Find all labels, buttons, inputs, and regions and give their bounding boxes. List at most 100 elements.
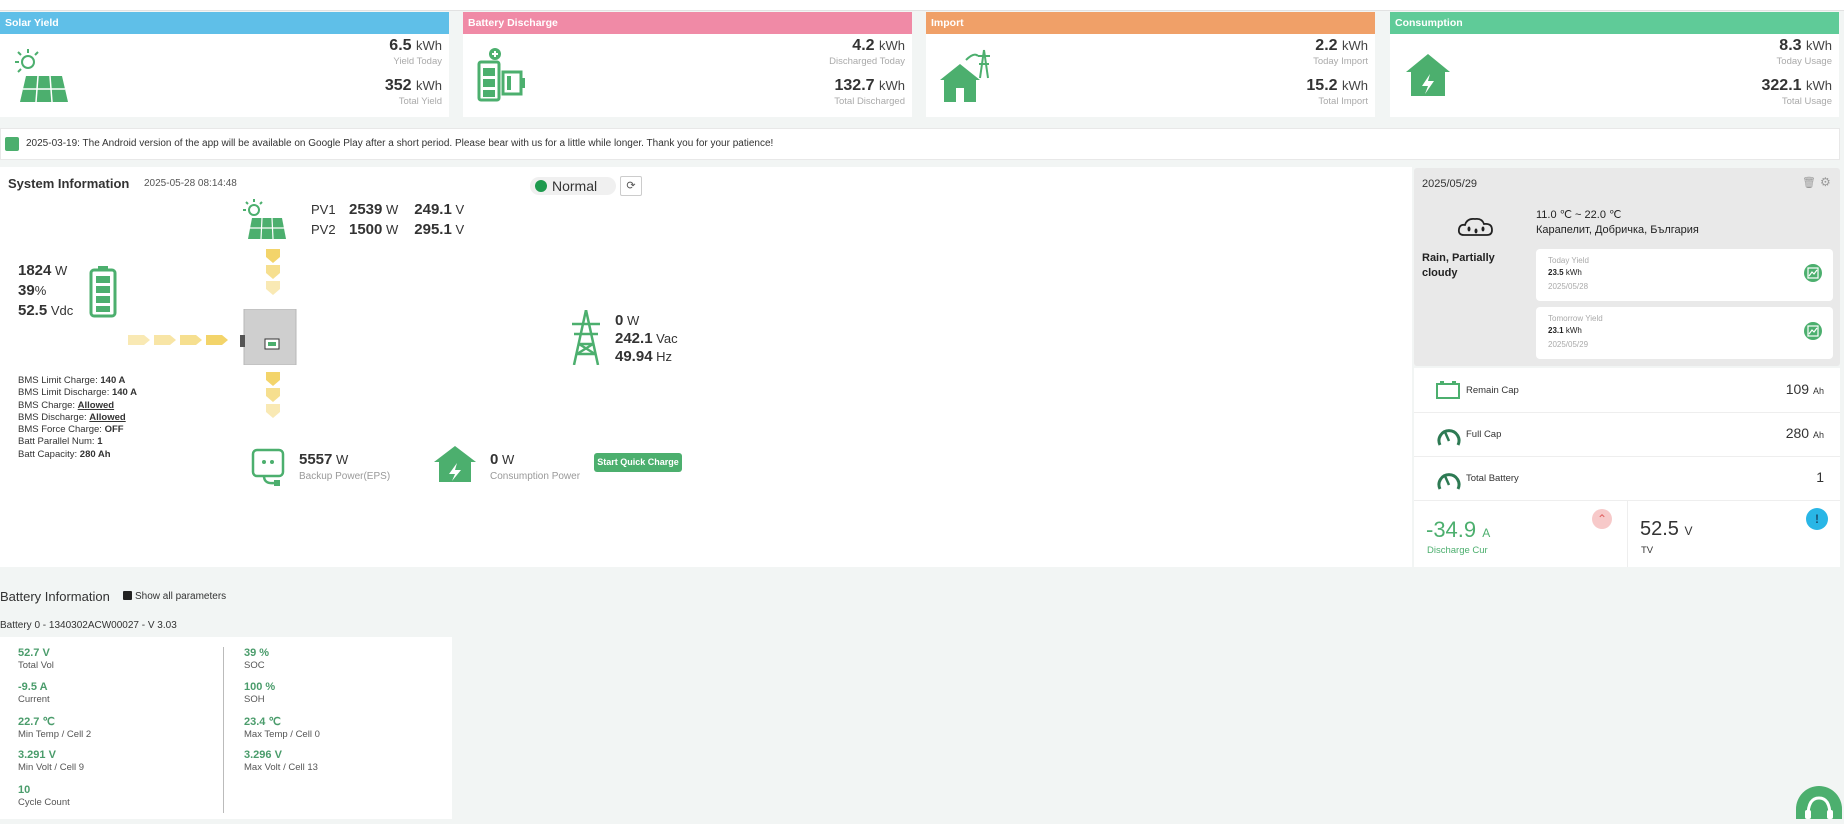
refresh-icon: ⟳ bbox=[626, 180, 636, 192]
bms-discharge-link[interactable]: Allowed bbox=[89, 412, 125, 423]
bms-key: BMS Force Charge: bbox=[18, 424, 102, 436]
house-bolt-icon bbox=[434, 446, 476, 482]
card-solar-yield: Solar Yield 6.5 kWh Yield Today 352 kWh To… bbox=[0, 12, 449, 117]
unit: kWh bbox=[1806, 78, 1832, 93]
param-value: 100 % bbox=[244, 681, 276, 693]
bms-charge-link[interactable]: Allowed bbox=[78, 400, 114, 411]
param-value: 39 % bbox=[244, 647, 270, 659]
eps-readings: 5557 W Backup Power(EPS) bbox=[299, 451, 390, 482]
show-all-label: Show all parameters bbox=[135, 591, 227, 602]
tomorrow-yield-date: 2025/05/29 bbox=[1548, 340, 1589, 349]
param-value: 3.291 V bbox=[18, 749, 56, 761]
flow-arrow-down-icon bbox=[266, 249, 280, 295]
eps-label: Backup Power(EPS) bbox=[299, 471, 391, 482]
show-all-parameters-toggle[interactable]: Show all parameters bbox=[123, 591, 226, 602]
bms-row: BMS Limit Charge: 140 A bbox=[18, 375, 137, 387]
today-usage-value: 8.3 bbox=[1779, 37, 1802, 54]
card-battery-discharge: Battery Discharge 4.2 kWh Discharged Toda… bbox=[463, 12, 912, 117]
weather-location: Карапелит, Добричка, България bbox=[1536, 224, 1699, 236]
pv1-row: PV1 2539 W 249.1 V bbox=[311, 201, 464, 218]
bms-row: BMS Charge: Allowed bbox=[18, 400, 137, 412]
total-usage-value: 322.1 bbox=[1761, 77, 1802, 94]
param-label: Current bbox=[18, 694, 50, 705]
unit: V bbox=[1684, 524, 1693, 538]
house-bolt-icon bbox=[1406, 54, 1450, 96]
unit: Vdc bbox=[50, 303, 74, 318]
battery-param: -9.5 A Current bbox=[18, 681, 50, 705]
card-title: Import bbox=[926, 12, 1375, 34]
full-cap-value: 280 bbox=[1785, 425, 1810, 441]
total-discharged-label: Total Discharged bbox=[834, 96, 905, 107]
bms-key: BMS Limit Charge: bbox=[18, 375, 98, 386]
battery-param: 3.291 V Min Volt / Cell 9 bbox=[18, 749, 84, 773]
today-yield-forecast: Today Yield 23.5 kWh 2025/05/28 bbox=[1536, 249, 1833, 301]
grid-tower-icon bbox=[572, 310, 600, 365]
tomorrow-yield-label: Tomorrow Yield bbox=[1548, 314, 1603, 323]
unit: Ah bbox=[1812, 386, 1824, 396]
unit: W bbox=[386, 222, 399, 237]
discharge-value-row: -34.9 A bbox=[1426, 517, 1490, 543]
param-value: 10 bbox=[18, 784, 31, 796]
bms-row: Batt Parallel Num: 1 bbox=[18, 436, 137, 448]
start-quick-charge-button[interactable]: Start Quick Charge bbox=[594, 453, 682, 472]
unit: W bbox=[386, 202, 399, 217]
yield-today-label: Yield Today bbox=[393, 56, 442, 67]
info-icon: ! bbox=[1806, 508, 1828, 530]
backup-power-icon bbox=[251, 448, 285, 486]
unit: Ah bbox=[1812, 430, 1824, 440]
unit: kWh bbox=[1806, 38, 1832, 53]
announcement-bar: 2025-03-19: The Android version of the a… bbox=[0, 128, 1840, 160]
unit: V bbox=[455, 202, 465, 217]
card-title: Consumption bbox=[1390, 12, 1839, 34]
param-value: 3.296 V bbox=[244, 749, 282, 761]
param-label: Min Temp / Cell 2 bbox=[18, 729, 92, 740]
bms-row: BMS Force Charge: OFF bbox=[18, 424, 137, 436]
chart-icon[interactable] bbox=[1804, 322, 1822, 340]
stat-value: 280 Ah bbox=[1786, 425, 1824, 441]
discharged-today-label: Discharged Today bbox=[829, 56, 905, 67]
consumption-label: Consumption Power bbox=[490, 471, 581, 482]
bms-key: Batt Parallel Num: bbox=[18, 436, 95, 448]
today-import-value: 2.2 bbox=[1315, 37, 1338, 54]
refresh-button[interactable]: ⟳ bbox=[620, 176, 642, 196]
bms-key: Batt Capacity: bbox=[18, 448, 78, 460]
param-label: Total Vol bbox=[18, 660, 54, 671]
chart-icon[interactable] bbox=[1804, 264, 1822, 282]
unit: Vac bbox=[656, 331, 678, 346]
top-border bbox=[0, 0, 1844, 11]
param-label: SOC bbox=[244, 660, 265, 671]
unit: kWh bbox=[1565, 268, 1582, 277]
rain-cloud-icon bbox=[1457, 217, 1493, 236]
battery-param: 22.7 ℃ Min Temp / Cell 2 bbox=[18, 715, 91, 740]
unit: W bbox=[626, 313, 640, 328]
stat-label: Total Battery bbox=[1466, 473, 1519, 484]
total-yield-label: Total Yield bbox=[398, 96, 442, 107]
stat-row-full-cap: Full Cap 280 Ah bbox=[1414, 413, 1840, 457]
bms-row: Batt Capacity: 280 Ah bbox=[18, 449, 137, 461]
unit: kWh bbox=[879, 38, 905, 53]
today-usage-label: Today Usage bbox=[1776, 56, 1832, 67]
card-title: Solar Yield bbox=[0, 12, 449, 34]
bms-key: BMS Limit Discharge: bbox=[18, 387, 110, 399]
total-import-value: 15.2 bbox=[1306, 77, 1338, 94]
battery-info-title: Battery Information bbox=[0, 589, 110, 604]
consumption-power: 0 bbox=[490, 451, 499, 468]
arrow-up-icon: ⌃ bbox=[1592, 509, 1612, 529]
stat-row-remain-cap: Remain Cap 109 Ah bbox=[1414, 368, 1840, 413]
system-information-panel: System Information 2025-05-28 08:14:48 P… bbox=[0, 167, 1412, 567]
support-chat-button[interactable] bbox=[1796, 786, 1842, 819]
checkbox-icon[interactable] bbox=[123, 591, 132, 600]
headset-icon bbox=[1805, 796, 1833, 819]
announcement-text: 2025-03-19: The Android version of the a… bbox=[26, 138, 774, 149]
settings-icon[interactable]: ⚙ bbox=[1820, 175, 1831, 189]
tv-label: TV bbox=[1641, 545, 1654, 556]
grid-power: 0 bbox=[615, 312, 624, 329]
status-dot bbox=[535, 180, 547, 192]
delete-icon[interactable]: 🗑 bbox=[1802, 176, 1816, 189]
discharge-label: Discharge Cur bbox=[1427, 545, 1488, 556]
param-label: Min Volt / Cell 9 bbox=[18, 762, 84, 773]
discharged-today-value: 4.2 bbox=[852, 37, 875, 54]
discharge-current-tile: -34.9 A Discharge Cur ⌃ bbox=[1414, 501, 1628, 567]
unit: kWh bbox=[416, 78, 442, 93]
stat-value: 109 Ah bbox=[1786, 381, 1824, 397]
